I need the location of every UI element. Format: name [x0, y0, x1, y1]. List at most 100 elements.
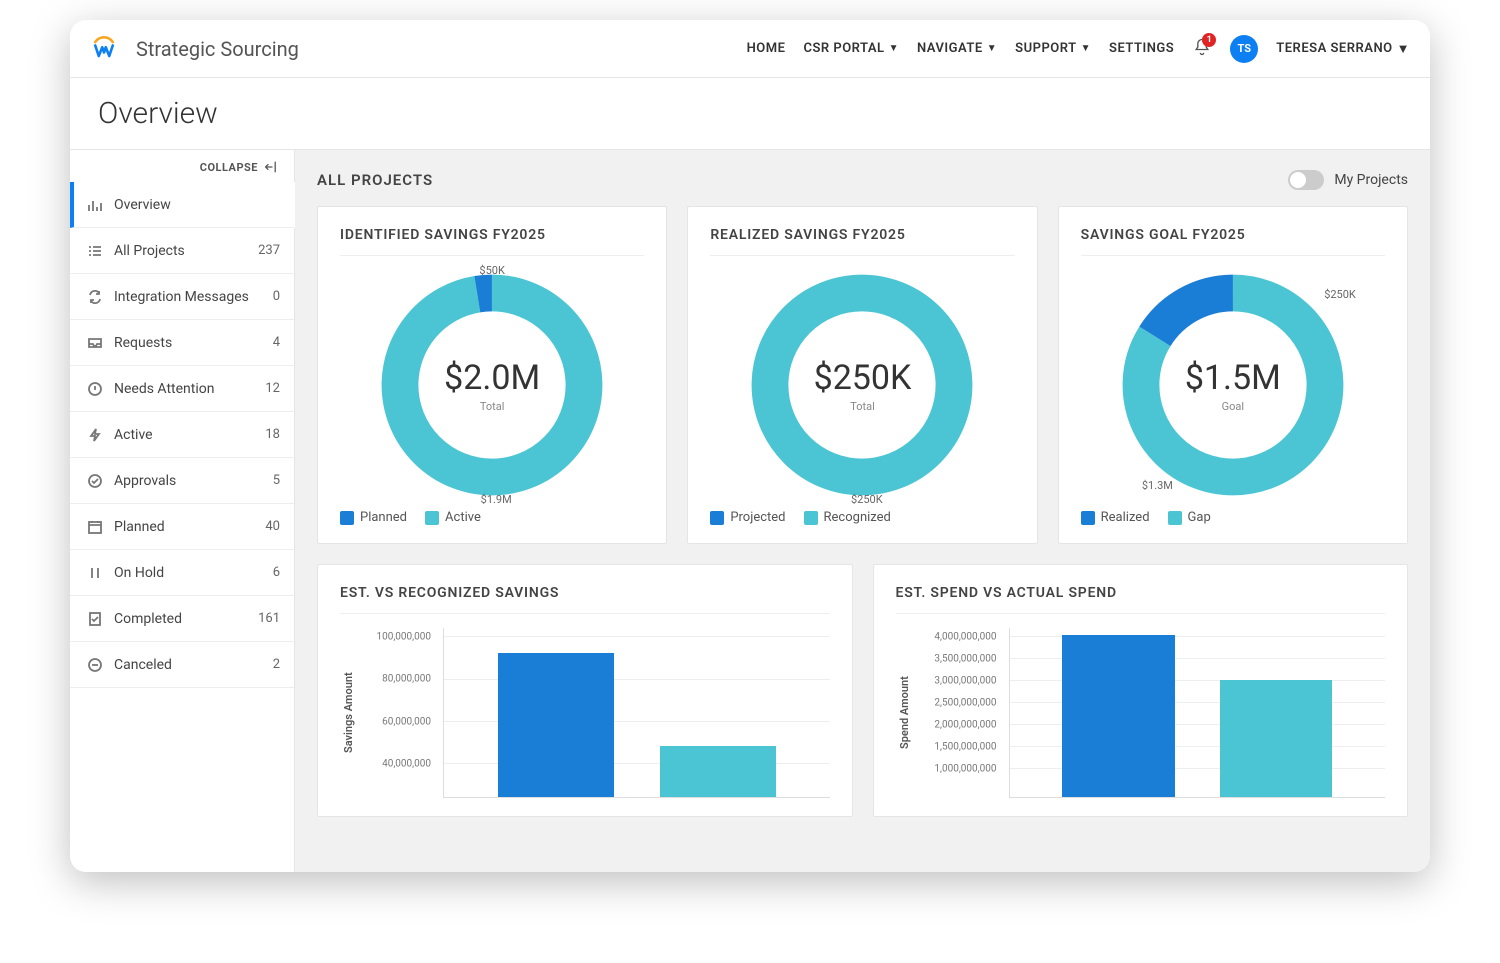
- y-tick: 40,000,000: [382, 759, 437, 770]
- caret-down-icon: ▼: [987, 43, 997, 54]
- user-avatar[interactable]: TS: [1230, 35, 1258, 63]
- sidebar-item-planned[interactable]: Planned 40: [70, 504, 294, 550]
- sidebar-item-overview[interactable]: Overview: [70, 182, 294, 228]
- bolt-icon: [86, 426, 104, 444]
- y-tick: 2,000,000,000: [934, 719, 1002, 730]
- nav-support[interactable]: SUPPORT▼: [1015, 41, 1091, 56]
- caret-down-icon: ▼: [1397, 41, 1410, 57]
- card-savings-goal: SAVINGS GOAL FY2025 $1.5M Goal $250K $1.…: [1058, 206, 1408, 544]
- sidebar-item-needs-attention[interactable]: Needs Attention 12: [70, 366, 294, 412]
- alert-icon: [86, 380, 104, 398]
- card-realized-savings: REALIZED SAVINGS FY2025 $250K Total $250…: [687, 206, 1037, 544]
- sidebar-item-label: On Hold: [114, 565, 164, 581]
- sidebar-item-active[interactable]: Active 18: [70, 412, 294, 458]
- sidebar-item-label: Planned: [114, 519, 165, 535]
- sidebar-item-count: 5: [273, 473, 280, 488]
- sidebar-item-label: Requests: [114, 335, 172, 351]
- legend-item: Realized: [1081, 510, 1150, 525]
- sidebar-item-count: 12: [265, 381, 280, 396]
- donut-center-value: $1.5M: [1185, 358, 1281, 398]
- legend-label: Realized: [1101, 510, 1150, 525]
- card-est-vs-recognized: EST. VS RECOGNIZED SAVINGS Savings Amoun…: [317, 564, 853, 817]
- bar-chart-icon: [86, 196, 104, 214]
- collapse-label: COLLAPSE: [200, 161, 258, 174]
- sidebar-item-canceled[interactable]: Canceled 2: [70, 642, 294, 688]
- calendar-icon: [86, 518, 104, 536]
- nav-csr-portal[interactable]: CSR PORTAL▼: [803, 41, 899, 56]
- y-tick: 100,000,000: [376, 631, 437, 642]
- section-heading: ALL PROJECTS: [317, 171, 433, 189]
- my-projects-label: My Projects: [1334, 172, 1408, 188]
- minus-circle-icon: [86, 656, 104, 674]
- sidebar-item-approvals[interactable]: Approvals 5: [70, 458, 294, 504]
- collapse-sidebar-button[interactable]: COLLAPSE: [70, 150, 294, 182]
- legend-label: Recognized: [824, 510, 891, 525]
- y-tick: 4,000,000,000: [934, 631, 1002, 642]
- notifications-button[interactable]: 1: [1192, 37, 1212, 61]
- legend-label: Active: [445, 510, 481, 525]
- donut-slice-label: $250K: [851, 493, 883, 506]
- sidebar-item-count: 161: [258, 611, 280, 626]
- sidebar-item-count: 40: [265, 519, 280, 534]
- app-title: Strategic Sourcing: [136, 37, 299, 61]
- donut-center-sub: Goal: [1222, 400, 1244, 413]
- card-title: IDENTIFIED SAVINGS FY2025: [340, 227, 644, 256]
- notifications-badge: 1: [1202, 33, 1216, 47]
- y-tick: 2,500,000,000: [934, 697, 1002, 708]
- clipboard-check-icon: [86, 610, 104, 628]
- sidebar-item-label: Integration Messages: [114, 289, 249, 305]
- sidebar: COLLAPSE Overview All Projects 237 Integ…: [70, 150, 295, 872]
- top-nav: HOME CSR PORTAL▼ NAVIGATE▼ SUPPORT▼ SETT…: [747, 35, 1410, 63]
- bar-estimated: [498, 653, 614, 797]
- donut-chart-realized: $250K Total $250K: [747, 270, 977, 500]
- sync-icon: [86, 288, 104, 306]
- donut-chart-goal: $1.5M Goal $250K $1.3M: [1118, 270, 1348, 500]
- sidebar-item-label: Needs Attention: [114, 381, 214, 397]
- sidebar-item-on-hold[interactable]: On Hold 6: [70, 550, 294, 596]
- donut-slice-label: $1.9M: [481, 493, 512, 506]
- page-title: Overview: [70, 78, 1430, 149]
- legend-item: Active: [425, 510, 481, 525]
- sidebar-item-completed[interactable]: Completed 161: [70, 596, 294, 642]
- my-projects-toggle[interactable]: [1288, 170, 1324, 190]
- sidebar-item-integration-messages[interactable]: Integration Messages 0: [70, 274, 294, 320]
- sidebar-item-requests[interactable]: Requests 4: [70, 320, 294, 366]
- nav-navigate[interactable]: NAVIGATE ▼: [917, 41, 997, 56]
- sidebar-item-count: 6: [273, 565, 280, 580]
- main-content: ALL PROJECTS My Projects IDENTIFIED SAVI…: [295, 150, 1430, 872]
- card-title: EST. VS RECOGNIZED SAVINGS: [340, 585, 830, 614]
- bar-chart-spend: Spend Amount 4,000,000,000 3,500,000,000…: [896, 628, 1386, 798]
- sidebar-item-count: 18: [265, 427, 280, 442]
- sidebar-item-label: Approvals: [114, 473, 176, 489]
- donut-center-sub: Total: [850, 400, 875, 413]
- card-title: REALIZED SAVINGS FY2025: [710, 227, 1014, 256]
- y-tick: 3,500,000,000: [934, 653, 1002, 664]
- y-tick: 3,000,000,000: [934, 675, 1002, 686]
- nav-settings[interactable]: SETTINGS: [1109, 41, 1174, 56]
- sidebar-item-count: 0: [273, 289, 280, 304]
- legend-label: Gap: [1188, 510, 1211, 525]
- caret-down-icon: ▼: [889, 43, 899, 54]
- donut-center-value: $2.0M: [444, 358, 540, 398]
- card-title: SAVINGS GOAL FY2025: [1081, 227, 1385, 256]
- nav-home-label: HOME: [747, 41, 786, 56]
- card-est-vs-actual-spend: EST. SPEND VS ACTUAL SPEND Spend Amount …: [873, 564, 1409, 817]
- donut-center-sub: Total: [480, 400, 505, 413]
- legend-item: Recognized: [804, 510, 891, 525]
- nav-support-label: SUPPORT: [1015, 41, 1076, 56]
- sidebar-item-all-projects[interactable]: All Projects 237: [70, 228, 294, 274]
- card-identified-savings: IDENTIFIED SAVINGS FY2025 $2.0M Total $5…: [317, 206, 667, 544]
- list-icon: [86, 242, 104, 260]
- donut-slice-label: $1.3M: [1142, 479, 1173, 492]
- nav-home[interactable]: HOME: [747, 41, 786, 56]
- pause-icon: [86, 564, 104, 582]
- inbox-icon: [86, 334, 104, 352]
- workday-logo: [90, 35, 118, 63]
- user-menu[interactable]: TERESA SERRANO▼: [1276, 41, 1410, 57]
- sidebar-item-label: Overview: [114, 197, 171, 213]
- check-circle-icon: [86, 472, 104, 490]
- nav-navigate-label: NAVIGATE: [917, 41, 983, 56]
- donut-chart-identified: $2.0M Total $50K $1.9M: [377, 270, 607, 500]
- sidebar-item-count: 2: [273, 657, 280, 672]
- donut-slice-label: $250K: [1324, 288, 1356, 301]
